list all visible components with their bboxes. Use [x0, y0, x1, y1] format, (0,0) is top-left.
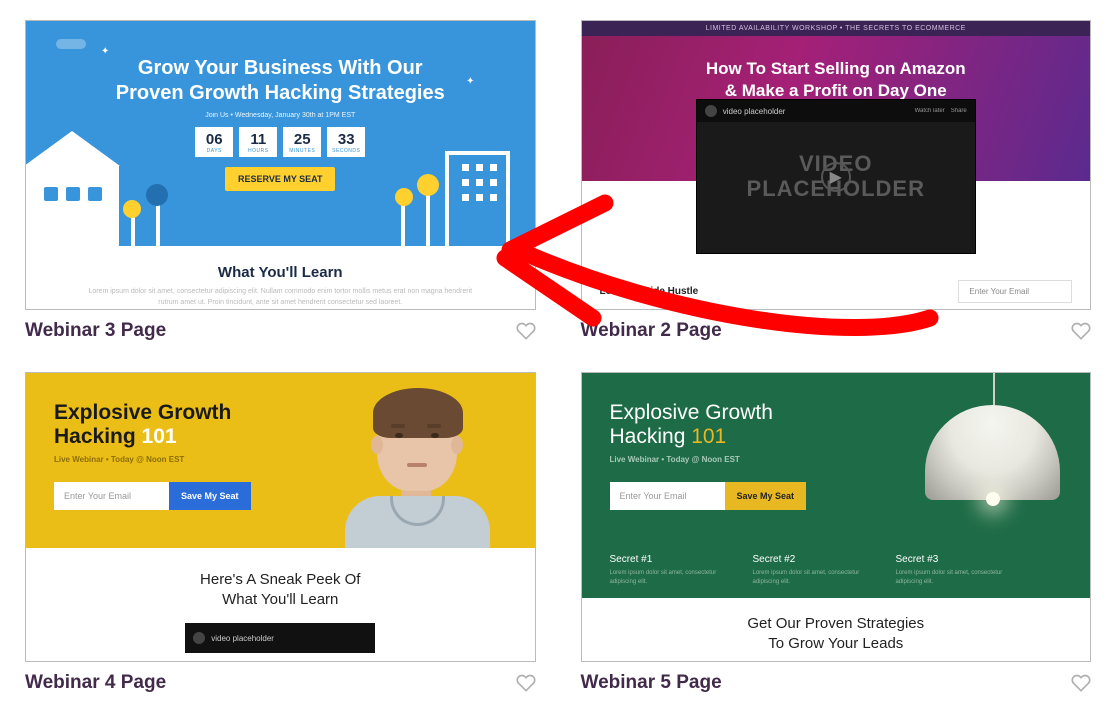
email-input: Enter Your Email [958, 280, 1072, 303]
video-player: video placeholder Watch later Share VIDE… [696, 99, 976, 254]
template-thumbnail[interactable]: Explosive Growth Hacking 101 Live Webina… [25, 372, 536, 662]
hero-title-line2: Proven Growth Hacking Strategies [116, 82, 445, 104]
play-icon: ▶ [821, 162, 851, 192]
favorite-icon[interactable] [1071, 321, 1091, 341]
email-input: Enter Your Email [610, 482, 725, 510]
template-thumbnail[interactable]: LIMITED AVAILABILITY WORKSHOP • THE SECR… [581, 20, 1092, 310]
template-title: Webinar 2 Page [581, 320, 722, 342]
template-card-webinar-5: Explosive Growth Hacking 101 Live Webina… [581, 372, 1092, 694]
secrets-row: Secret #1Lorem ipsum dolor sit amet, con… [610, 554, 1063, 586]
section-paragraph: Lorem ipsum dolor sit amet, consectetur … [26, 287, 535, 308]
favorite-icon[interactable] [516, 321, 536, 341]
footer-heading: Learn To Side Hustle [600, 286, 699, 297]
person-photo [335, 388, 505, 548]
section-heading: What You'll Learn [26, 264, 535, 281]
video-thumbnail: video placeholder [185, 623, 375, 653]
hero-subtitle: Join Us • Wednesday, January 30th at 1PM… [26, 112, 535, 119]
template-card-webinar-2: LIMITED AVAILABILITY WORKSHOP • THE SECR… [581, 20, 1092, 342]
favorite-icon[interactable] [1071, 673, 1091, 693]
band-line1: Get Our Proven Strategies [747, 615, 924, 632]
hero-title-line1: Explosive Growth [610, 401, 773, 424]
template-title: Webinar 3 Page [25, 320, 166, 342]
template-title: Webinar 4 Page [25, 672, 166, 694]
hero-title-line1: Explosive Growth [54, 401, 231, 424]
hero-title-line2: & Make a Profit on Day One [725, 81, 947, 100]
band-line1: Here's A Sneak Peek Of [200, 571, 360, 588]
favorite-icon[interactable] [516, 673, 536, 693]
hero-title-line1: How To Start Selling on Amazon [706, 59, 966, 78]
save-seat-button: Save My Seat [169, 482, 251, 510]
template-card-webinar-3: ✦ ✦ Grow Your Business With Our Proven G… [25, 20, 536, 342]
band-line2: What You'll Learn [222, 591, 338, 608]
video-label: video placeholder [723, 107, 786, 116]
template-thumbnail[interactable]: Explosive Growth Hacking 101 Live Webina… [581, 372, 1092, 662]
template-thumbnail[interactable]: ✦ ✦ Grow Your Business With Our Proven G… [25, 20, 536, 310]
reserve-seat-button: RESERVE MY SEAT [225, 167, 335, 191]
save-seat-button: Save My Seat [725, 482, 807, 510]
hero-title-line1: Grow Your Business With Our [138, 57, 423, 79]
email-input: Enter Your Email [54, 482, 169, 510]
template-card-webinar-4: Explosive Growth Hacking 101 Live Webina… [25, 372, 536, 694]
band-line2: To Grow Your Leads [768, 635, 903, 652]
template-title: Webinar 5 Page [581, 672, 722, 694]
template-grid: ✦ ✦ Grow Your Business With Our Proven G… [25, 20, 1091, 694]
announcement-bar: LIMITED AVAILABILITY WORKSHOP • THE SECR… [582, 21, 1091, 36]
